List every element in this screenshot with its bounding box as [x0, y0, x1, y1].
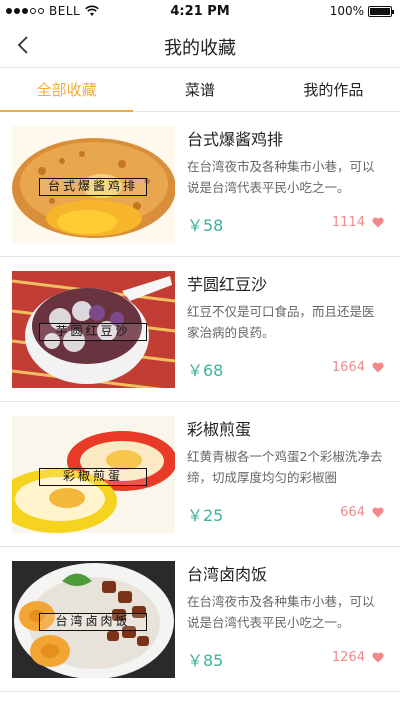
- thumb-caption: 台式爆酱鸡排: [39, 178, 147, 196]
- list-item[interactable]: 彩椒煎蛋 彩椒煎蛋 红黄青椒各一个鸡蛋2个彩椒洗净去缔，切成厚度均匀的彩椒圈 ￥…: [0, 402, 400, 547]
- pepper-egg-icon: 彩椒煎蛋: [12, 416, 175, 533]
- heart-icon: [372, 362, 384, 373]
- item-title: 彩椒煎蛋: [187, 420, 252, 439]
- favorites-list: 台式爆酱鸡排 台式爆酱鸡排 在台湾夜市及各种集市小巷，可以说是台湾代表平民小吃之…: [0, 112, 400, 692]
- status-right: 100%: [329, 4, 394, 18]
- item-title: 台湾卤肉饭: [187, 565, 268, 584]
- item-price: ￥68: [187, 361, 224, 380]
- thumb-caption: 台湾卤肉饭: [39, 613, 147, 631]
- item-description: 在台湾夜市及各种集市小巷，可以说是台湾代表平民小吃之一。: [187, 594, 375, 630]
- tab-bar: 全部收藏 菜谱 我的作品: [0, 69, 400, 112]
- item-description: 在台湾夜市及各种集市小巷，可以说是台湾代表平民小吃之一。: [187, 159, 375, 195]
- thumb-caption: 彩椒煎蛋: [39, 468, 147, 486]
- battery-icon: [368, 5, 394, 17]
- like-count-value: 1664: [331, 360, 365, 375]
- like-count-value: 1264: [331, 650, 365, 665]
- like-count[interactable]: 1264: [332, 650, 384, 665]
- item-price: ￥85: [187, 651, 224, 670]
- like-count[interactable]: 1664: [332, 360, 384, 375]
- tab-all-favorites[interactable]: 全部收藏: [0, 69, 134, 112]
- nav-bar: 我的收藏: [0, 22, 400, 68]
- list-item[interactable]: 芋圆红豆沙 芋圆红豆沙 红豆不仅是可口食品，而且还是医家治病的良药。 ￥68 1…: [0, 257, 400, 402]
- heart-icon: [372, 652, 384, 663]
- item-description: 红黄青椒各一个鸡蛋2个彩椒洗净去缔，切成厚度均匀的彩椒圈: [187, 449, 383, 485]
- item-price: ￥58: [187, 216, 224, 235]
- item-title: 台式爆酱鸡排: [187, 130, 284, 149]
- tab-my-works[interactable]: 我的作品: [267, 69, 400, 111]
- fried-chicken-cutlet-icon: 台式爆酱鸡排: [12, 126, 175, 243]
- heart-icon: [372, 217, 384, 228]
- battery-percent: 100%: [329, 4, 364, 18]
- list-item[interactable]: 台湾卤肉饭 台湾卤肉饭 在台湾夜市及各种集市小巷，可以说是台湾代表平民小吃之一。…: [0, 547, 400, 692]
- thumb-caption: 芋圆红豆沙: [39, 323, 147, 341]
- like-count[interactable]: 664: [340, 505, 384, 520]
- like-count-value: 1114: [331, 215, 365, 230]
- item-description: 红豆不仅是可口食品，而且还是医家治病的良药。: [187, 304, 375, 340]
- page-title: 我的收藏: [164, 38, 236, 59]
- item-price: ￥25: [187, 506, 224, 525]
- taro-ball-red-bean-soup-icon: 芋圆红豆沙: [12, 271, 175, 388]
- tab-recipes[interactable]: 菜谱: [133, 69, 266, 111]
- like-count[interactable]: 1114: [332, 215, 384, 230]
- list-item[interactable]: 台式爆酱鸡排 台式爆酱鸡排 在台湾夜市及各种集市小巷，可以说是台湾代表平民小吃之…: [0, 112, 400, 257]
- braised-pork-rice-icon: 台湾卤肉饭: [12, 561, 175, 678]
- item-title: 芋圆红豆沙: [187, 275, 268, 294]
- heart-icon: [372, 507, 384, 518]
- like-count-value: 664: [340, 505, 365, 520]
- status-bar: BELL 4:21 PM 100%: [0, 0, 400, 22]
